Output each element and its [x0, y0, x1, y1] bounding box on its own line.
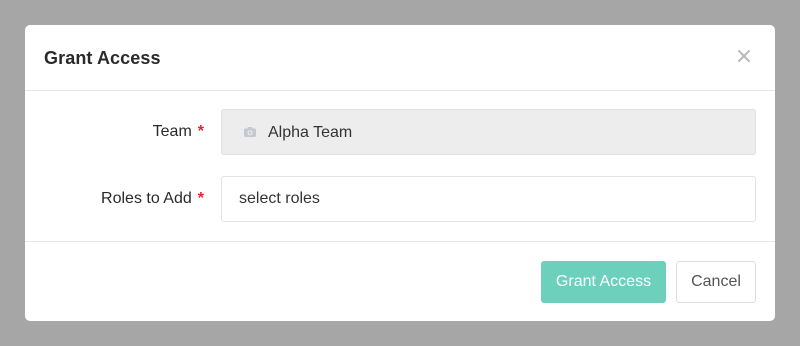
- team-label-text: Team: [152, 123, 192, 140]
- dialog-header: Grant Access ×: [25, 25, 775, 91]
- close-icon[interactable]: ×: [733, 45, 755, 69]
- dialog-title: Grant Access: [44, 48, 161, 68]
- team-label: Team *: [153, 109, 204, 155]
- roles-label: Roles to Add *: [101, 176, 204, 222]
- camera-icon: [244, 127, 256, 137]
- team-field: Alpha Team: [221, 109, 756, 155]
- roles-field: [221, 176, 756, 222]
- dialog-body: Team * Alpha Team Roles to Add *: [25, 91, 775, 241]
- team-row: Team * Alpha Team: [25, 109, 775, 155]
- roles-required-mark: *: [197, 190, 204, 207]
- roles-select-input[interactable]: [222, 177, 755, 221]
- team-required-mark: *: [197, 123, 204, 140]
- cancel-button[interactable]: Cancel: [676, 261, 756, 303]
- grant-access-button[interactable]: Grant Access: [541, 261, 666, 303]
- team-value: Alpha Team: [268, 124, 353, 141]
- roles-row: Roles to Add *: [25, 176, 775, 222]
- grant-access-dialog: Grant Access × Team * Alpha Team Roles to…: [25, 25, 775, 321]
- roles-label-text: Roles to Add: [101, 190, 192, 207]
- dialog-footer: Grant Access Cancel: [25, 241, 775, 321]
